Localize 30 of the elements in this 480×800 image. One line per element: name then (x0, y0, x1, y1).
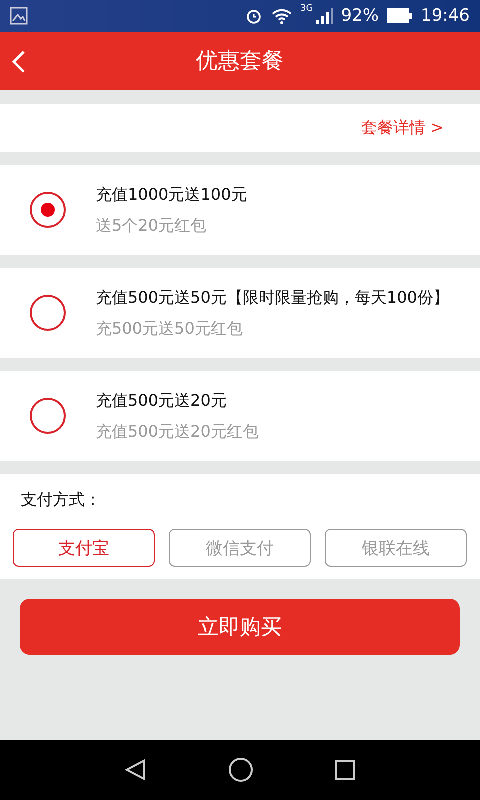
signal-icon (315, 7, 334, 25)
clock: 19:46 (421, 6, 470, 26)
payment-method-button[interactable]: 支付宝 (13, 529, 155, 567)
image-icon (10, 7, 28, 25)
page-title: 优惠套餐 (196, 48, 284, 76)
package-subtitle: 充500元送50元红包 (96, 318, 244, 340)
package-details-link[interactable]: 套餐详情 > (362, 118, 444, 138)
wifi-icon (270, 7, 292, 25)
back-icon[interactable] (124, 758, 148, 782)
radio-button[interactable] (30, 295, 66, 331)
network-type: 3G (300, 4, 314, 14)
package-title: 充值500元送20元 (96, 390, 228, 412)
payment-label: 支付方式： (21, 490, 102, 511)
buy-button[interactable]: 立即购买 (20, 599, 460, 655)
battery-percent: 92% (341, 6, 379, 26)
battery-icon (387, 8, 413, 24)
payment-method-button[interactable]: 银联在线 (325, 529, 467, 567)
recents-icon[interactable] (334, 759, 356, 781)
radio-button[interactable] (30, 192, 66, 228)
package-title: 充值1000元送100元 (96, 184, 248, 206)
home-icon[interactable] (228, 757, 254, 783)
package-option[interactable]: 充值500元送50元【限时限量抢购，每天100份】 充500元送50元红包 (0, 268, 480, 358)
package-subtitle: 送5个20元红包 (96, 216, 208, 236)
package-option[interactable]: 充值500元送20元 充值500元送20元红包 (0, 371, 480, 461)
alarm-icon (244, 7, 262, 25)
payment-method-button[interactable]: 微信支付 (169, 529, 311, 567)
radio-button[interactable] (30, 398, 66, 434)
package-subtitle: 充值500元送20元红包 (96, 422, 259, 442)
package-option[interactable]: 充值1000元送100元 送5个20元红包 (0, 165, 480, 255)
package-title: 充值500元送50元【限时限量抢购，每天100份】 (96, 286, 450, 308)
